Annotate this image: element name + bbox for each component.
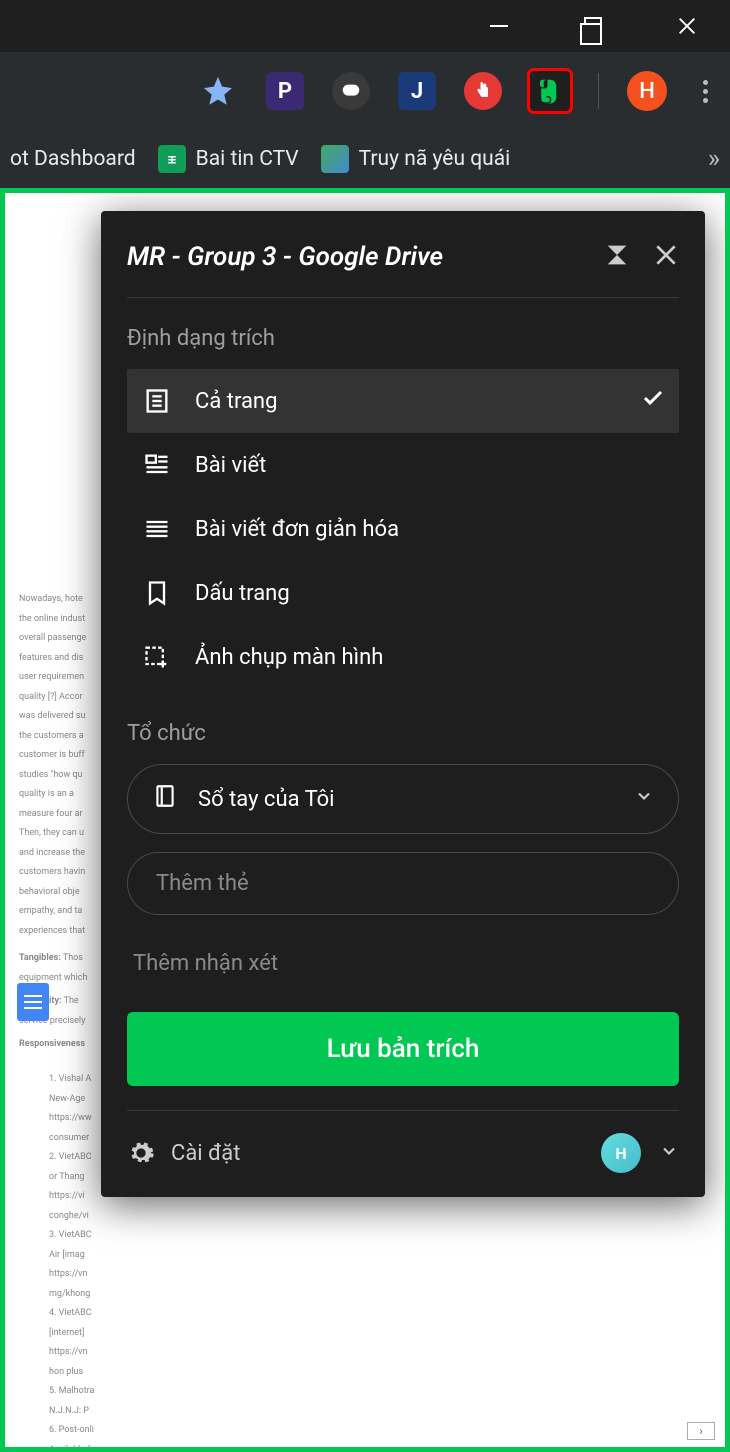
popup-title: MR - Group 3 - Google Drive bbox=[127, 242, 443, 272]
horizontal-scrollbar[interactable]: › bbox=[15, 1421, 715, 1441]
format-label: Dấu trang bbox=[195, 581, 290, 606]
popup-footer: Cài đặt H bbox=[127, 1110, 679, 1173]
format-list: Cả trang Bài viết Bài viết đơn giản hóa bbox=[127, 369, 679, 689]
ext-j-label: J bbox=[411, 79, 423, 104]
window-minimize-button[interactable] bbox=[476, 3, 522, 49]
bookmarks-bar: ot Dashboard Bai tin CTV Truy nã yêu quá… bbox=[0, 130, 730, 188]
chevron-down-icon bbox=[659, 1141, 679, 1161]
game-icon bbox=[321, 145, 349, 173]
format-simplified-article[interactable]: Bài viết đơn giản hóa bbox=[127, 497, 679, 561]
page-icon bbox=[141, 385, 173, 417]
hand-icon bbox=[473, 81, 493, 101]
format-article[interactable]: Bài viết bbox=[127, 433, 679, 497]
format-label: Ảnh chụp màn hình bbox=[195, 645, 383, 670]
profile-letter: H bbox=[639, 79, 655, 104]
comment-input[interactable]: Thêm nhận xét bbox=[127, 943, 679, 984]
format-label: Bài viết đơn giản hóa bbox=[195, 517, 399, 542]
tag-placeholder: Thêm thẻ bbox=[156, 871, 249, 896]
maximize-icon bbox=[584, 17, 602, 35]
collapse-button[interactable] bbox=[603, 241, 631, 273]
bookmark-dashboard[interactable]: ot Dashboard bbox=[10, 147, 136, 171]
bookmark-label: Truy nã yêu quái bbox=[359, 147, 511, 171]
close-icon bbox=[676, 15, 698, 37]
popup-header: MR - Group 3 - Google Drive bbox=[127, 241, 679, 298]
article-icon bbox=[141, 449, 173, 481]
close-popup-button[interactable] bbox=[653, 242, 679, 272]
window-maximize-button[interactable] bbox=[570, 3, 616, 49]
format-full-page[interactable]: Cả trang bbox=[127, 369, 679, 433]
extension-evernote-button[interactable] bbox=[530, 71, 570, 111]
page-highlight-border: Nowadays, hotethe online industoverall p… bbox=[0, 188, 730, 1452]
hourglass-icon bbox=[603, 241, 631, 269]
simplified-icon bbox=[141, 513, 173, 545]
ext-p-label: P bbox=[278, 79, 292, 104]
scroll-right-button[interactable]: › bbox=[687, 1422, 715, 1440]
browser-menu-button[interactable] bbox=[695, 72, 716, 111]
comment-placeholder: Thêm nhận xét bbox=[133, 951, 278, 976]
minimize-icon bbox=[490, 25, 508, 27]
bookmark-label: ot Dashboard bbox=[10, 147, 136, 171]
extension-j-button[interactable]: J bbox=[398, 72, 436, 110]
sheets-icon bbox=[158, 145, 186, 173]
extension-block-button[interactable] bbox=[464, 72, 502, 110]
check-icon bbox=[641, 386, 665, 416]
notebook-selector[interactable]: Sổ tay của Tôi bbox=[127, 764, 679, 834]
tag-input[interactable]: Thêm thẻ bbox=[127, 852, 679, 915]
format-bookmark[interactable]: Dấu trang bbox=[127, 561, 679, 625]
notebook-icon bbox=[152, 783, 178, 815]
account-dropdown-button[interactable] bbox=[659, 1141, 679, 1165]
format-label: Bài viết bbox=[195, 453, 266, 478]
bookmark-truy-na[interactable]: Truy nã yêu quái bbox=[321, 145, 511, 173]
user-avatar[interactable]: H bbox=[601, 1133, 641, 1173]
bookmark-icon bbox=[141, 577, 173, 609]
star-icon bbox=[203, 76, 233, 106]
chat-icon bbox=[340, 80, 362, 102]
bookmark-star-button[interactable] bbox=[198, 71, 238, 111]
evernote-icon bbox=[535, 76, 565, 106]
docs-sidebar-icon[interactable] bbox=[17, 983, 49, 1021]
organize-section-label: Tổ chức bbox=[127, 721, 679, 746]
bookmark-bai-tin-ctv[interactable]: Bai tin CTV bbox=[158, 145, 299, 173]
extension-p-button[interactable]: P bbox=[266, 72, 304, 110]
bookmarks-overflow-button[interactable]: » bbox=[708, 144, 720, 174]
format-section-label: Định dạng trích bbox=[127, 326, 679, 351]
save-clip-button[interactable]: Lưu bản trích bbox=[127, 1012, 679, 1086]
format-screenshot[interactable]: Ảnh chụp màn hình bbox=[127, 625, 679, 689]
settings-label: Cài đặt bbox=[171, 1141, 240, 1166]
window-close-button[interactable] bbox=[664, 3, 710, 49]
screenshot-icon bbox=[141, 641, 173, 673]
avatar-letter: H bbox=[615, 1144, 626, 1163]
bookmark-label: Bai tin CTV bbox=[196, 147, 299, 171]
profile-avatar-button[interactable]: H bbox=[627, 71, 667, 111]
notebook-name: Sổ tay của Tôi bbox=[198, 787, 335, 812]
window-titlebar bbox=[0, 0, 730, 52]
page-content: Nowadays, hotethe online industoverall p… bbox=[5, 193, 725, 1447]
format-label: Cả trang bbox=[195, 389, 277, 414]
gear-icon bbox=[127, 1139, 155, 1167]
settings-button[interactable]: Cài đặt bbox=[127, 1139, 240, 1167]
evernote-clipper-popup: MR - Group 3 - Google Drive Định dạng tr… bbox=[101, 211, 705, 1197]
toolbar-separator bbox=[598, 73, 599, 109]
save-button-label: Lưu bản trích bbox=[327, 1034, 480, 1064]
extension-line-button[interactable] bbox=[332, 72, 370, 110]
chevron-down-icon bbox=[634, 786, 654, 812]
close-icon bbox=[653, 242, 679, 268]
browser-toolbar: P J H bbox=[0, 52, 730, 130]
